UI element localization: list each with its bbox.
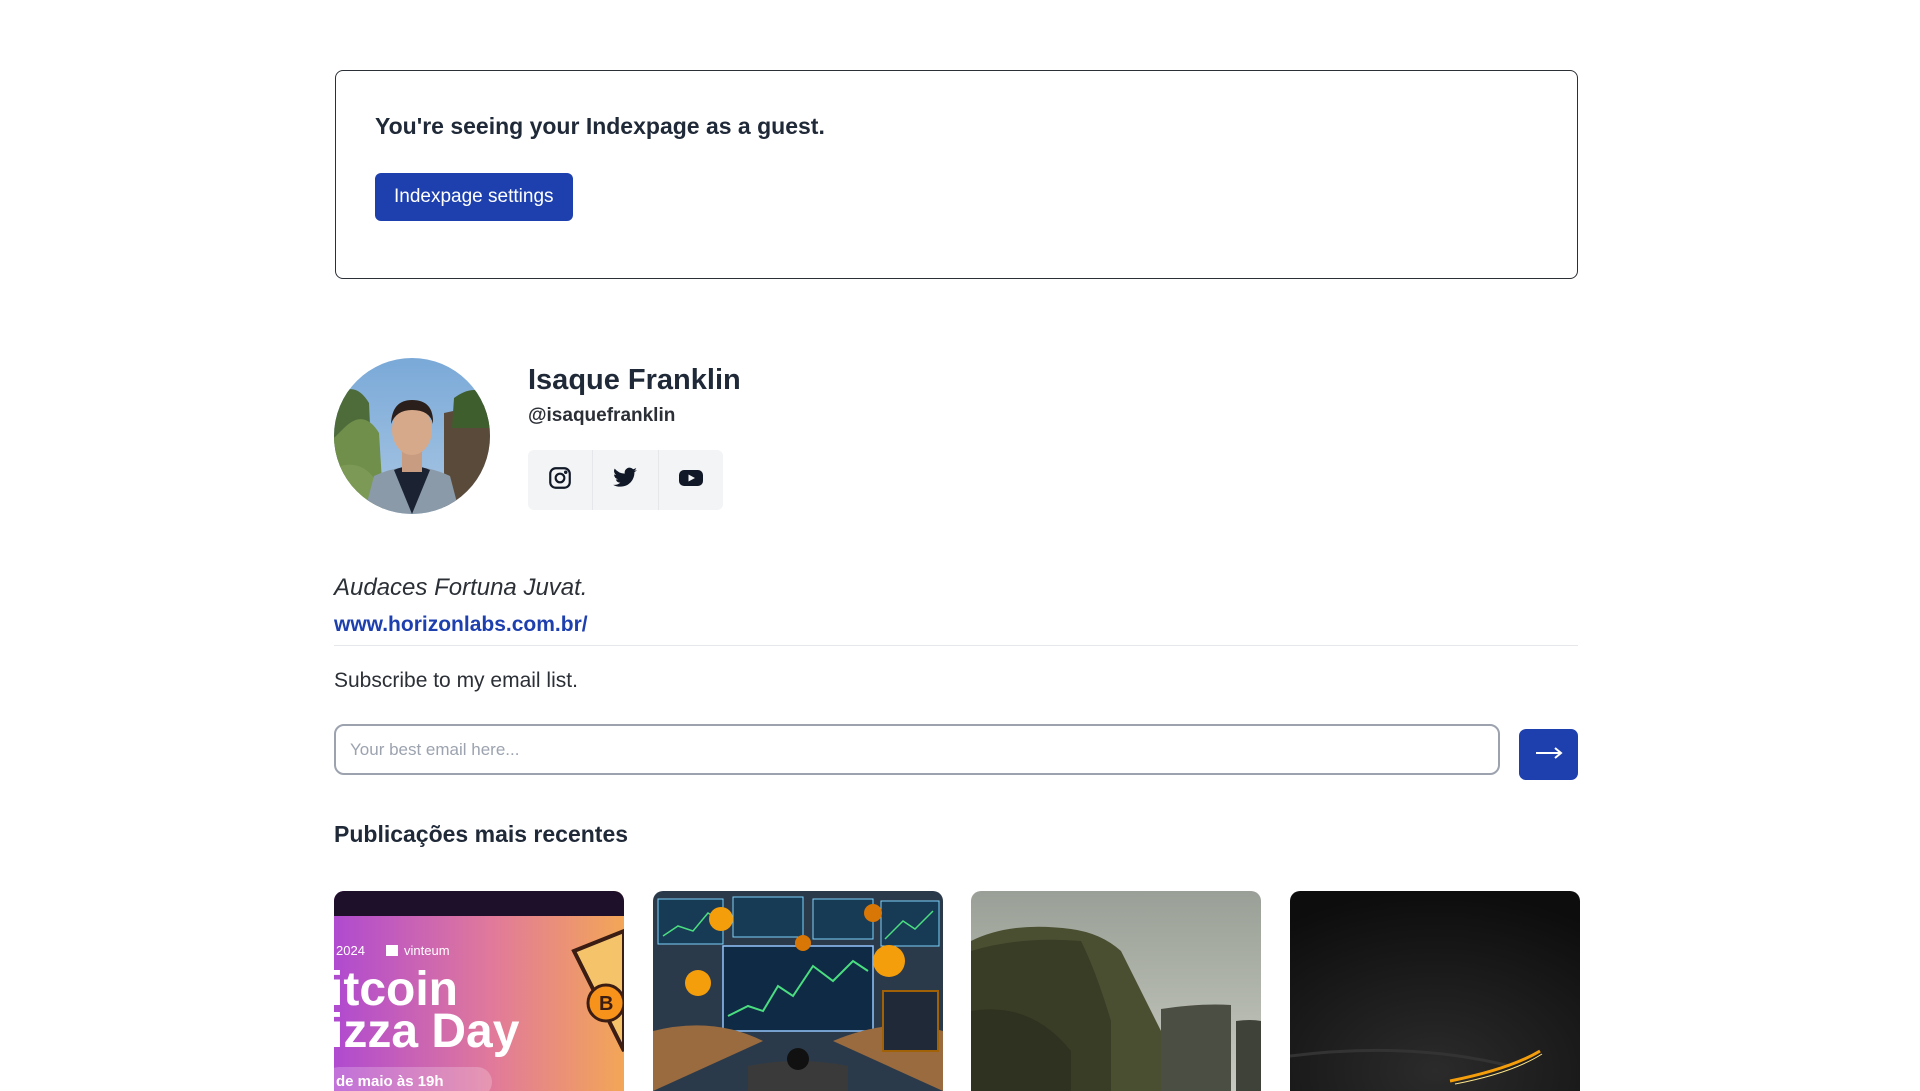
social-links: [528, 450, 723, 510]
post-thumb-brand: vinteum: [404, 943, 450, 958]
post-thumbnail: 2024 vinteum itcoin izza Day de maio às …: [334, 891, 624, 1091]
subscribe-submit-button[interactable]: [1519, 729, 1578, 780]
twitter-icon: [612, 465, 638, 496]
guest-notice-text: You're seeing your Indexpage as a guest.: [375, 113, 825, 139]
post-thumbnail: [1290, 891, 1580, 1091]
page: You're seeing your Indexpage as a guest.…: [0, 0, 1920, 1091]
youtube-icon: [677, 465, 705, 496]
post-thumbnail: [653, 891, 943, 1091]
post-card[interactable]: [653, 891, 943, 1091]
email-input[interactable]: [334, 724, 1500, 775]
post-thumb-line2: izza Day: [334, 1005, 520, 1058]
post-card[interactable]: [971, 891, 1261, 1091]
profile-name: Isaque Franklin: [528, 364, 741, 396]
subscribe-label: Subscribe to my email list.: [334, 669, 578, 692]
arrow-right-icon: [1534, 745, 1564, 764]
post-thumb-year: 2024: [336, 943, 365, 958]
svg-text:B: B: [599, 993, 613, 1015]
profile-handle: @isaquefranklin: [528, 405, 676, 426]
post-thumbnail: [971, 891, 1261, 1091]
post-card[interactable]: 2024 vinteum itcoin izza Day de maio às …: [334, 891, 624, 1091]
posts-heading: Publicações mais recentes: [334, 821, 629, 847]
youtube-link[interactable]: [659, 450, 723, 510]
instagram-icon: [547, 465, 573, 496]
vinteum-logo: [386, 945, 398, 956]
avatar: [334, 358, 490, 514]
post-thumb-line3: de maio às 19h: [336, 1073, 444, 1090]
website-link[interactable]: www.horizonlabs.com.br/: [334, 613, 588, 637]
twitter-link[interactable]: [593, 450, 659, 510]
instagram-link[interactable]: [528, 450, 594, 510]
indexpage-settings-button[interactable]: Indexpage settings: [375, 173, 573, 221]
bio-quote: Audaces Fortuna Juvat.: [334, 574, 588, 601]
guest-notice-card: You're seeing your Indexpage as a guest.…: [335, 70, 1578, 279]
divider: [334, 645, 1578, 646]
post-card[interactable]: [1290, 891, 1580, 1091]
